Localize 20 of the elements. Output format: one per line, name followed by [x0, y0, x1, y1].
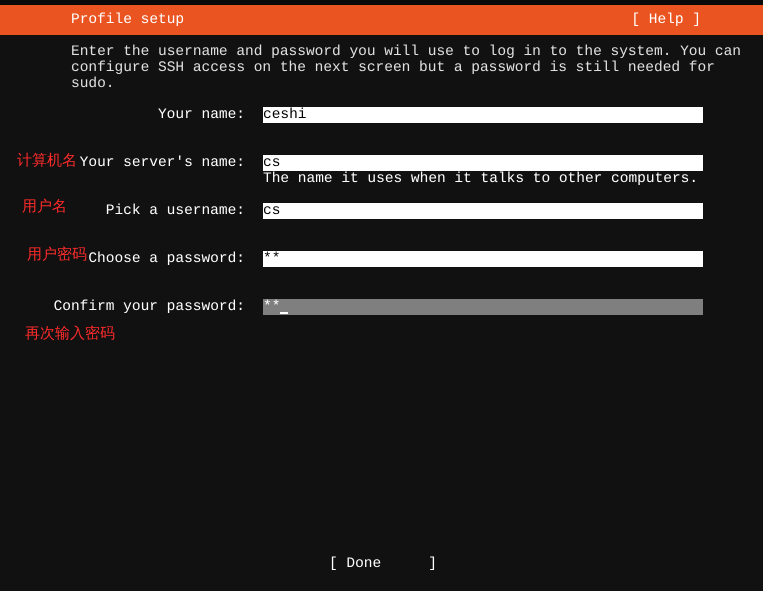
done-button[interactable]: [ Done ] — [329, 556, 437, 572]
intro-text: Enter the username and password you will use to log in to the system. You can configure SSH access on the next screen but a password is still needed for sudo. — [71, 44, 742, 92]
input-field[interactable]: ** — [263, 299, 703, 315]
input-field[interactable]: ** — [263, 251, 703, 267]
field-label: Your name: — [158, 107, 245, 123]
field-hint: The name it uses when it talks to other computers. — [263, 171, 700, 187]
annotation-text: 用户名 — [22, 197, 67, 215]
field-label: Confirm your password: — [54, 299, 245, 315]
input-field[interactable]: ceshi — [263, 107, 703, 123]
screen-title: Profile setup — [71, 12, 184, 28]
field-label: Your server's name: — [80, 155, 245, 171]
annotation-text: 用户密码 — [27, 245, 87, 263]
field-label: Choose a password: — [88, 251, 245, 267]
input-field[interactable]: cs — [263, 155, 703, 171]
annotation-text: 再次输入密码 — [25, 324, 115, 342]
input-field[interactable]: cs — [263, 203, 703, 219]
field-label: Pick a username: — [106, 203, 245, 219]
text-cursor — [280, 312, 288, 314]
annotation-text: 计算机名 — [17, 151, 77, 169]
help-button[interactable]: [ Help ] — [631, 12, 701, 28]
